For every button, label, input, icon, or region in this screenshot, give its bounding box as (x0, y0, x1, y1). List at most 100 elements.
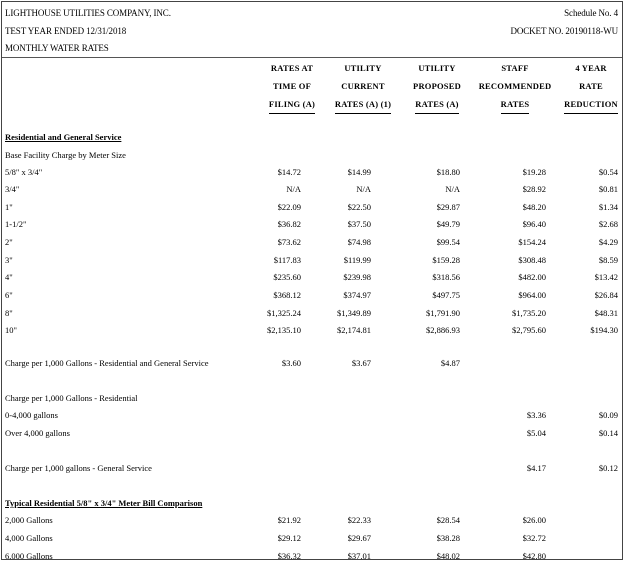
schedule-number: Schedule No. 4 (564, 8, 618, 18)
residential-tier-row: Over 4,000 gallons $5.04 $0.14 (5, 426, 618, 440)
meter-row-value-4: $308.48 (518, 255, 546, 265)
meter-row-value-1: $73.62 (277, 237, 301, 247)
test-year: TEST YEAR ENDED 12/31/2018 (5, 26, 127, 36)
residential-tier-row-value-4: $5.04 (526, 428, 546, 438)
subsection-base-facility: Base Facility Charge by Meter Size (5, 148, 618, 162)
header-line-2: TEST YEAR ENDED 12/31/2018 DOCKET NO. 20… (5, 24, 618, 38)
meter-row-label: 3/4" (5, 184, 20, 194)
gallonage-general-service-value-4: $4.17 (526, 463, 546, 473)
residential-tier-row-value-4: $3.36 (526, 410, 546, 420)
meter-row-value-2: $37.50 (347, 219, 371, 229)
meter-row-value-1: N/A (286, 184, 301, 194)
bill-row-value-4: $32.72 (522, 533, 546, 543)
meter-row-value-4: $2,795.60 (512, 325, 546, 335)
meter-row-value-5: $2.68 (598, 219, 618, 229)
meter-row-value-1: $2,135.10 (267, 325, 301, 335)
meter-row-value-3: $49.79 (436, 219, 460, 229)
meter-row-value-1: $117.83 (273, 255, 301, 265)
col-head-current: UTILITY CURRENT RATES (A) (1) (328, 59, 398, 114)
meter-row-value-5: $26.84 (594, 290, 618, 300)
meter-row-label: 8" (5, 308, 13, 318)
meter-row-value-4: $96.40 (522, 219, 546, 229)
meter-row-label: 2" (5, 237, 13, 247)
gallonage-residential-general-value-1: $3.60 (281, 358, 301, 368)
meter-row-value-5: $0.81 (598, 184, 618, 194)
subsection-base-facility-label: Base Facility Charge by Meter Size (5, 150, 126, 160)
meter-row-value-4: $28.92 (522, 184, 546, 194)
section-typical-bill: Typical Residential 5/8" x 3/4" Meter Bi… (5, 496, 618, 510)
gallonage-residential-general-label: Charge per 1,000 Gallons - Residential a… (5, 358, 209, 368)
meter-row-value-3: $2,886.93 (426, 325, 460, 335)
gallonage-general-service-label: Charge per 1,000 gallons - General Servi… (5, 463, 152, 473)
schedule-page: LIGHTHOUSE UTILITIES COMPANY, INC. Sched… (1, 1, 623, 560)
meter-row-value-5: $48.31 (594, 308, 618, 318)
meter-row: 6" $368.12 $374.97 $497.75 $964.00 $26.84 (5, 288, 618, 302)
residential-tier-row-value-5: $0.14 (598, 428, 618, 438)
meter-row-value-2: $119.99 (343, 255, 371, 265)
bill-row-value-2: $37.01 (347, 551, 371, 560)
bill-row-value-3: $48.02 (436, 551, 460, 560)
bill-row: 6,000 Gallons $36.32 $37.01 $48.02 $42.80 (5, 549, 618, 560)
meter-row-value-2: $74.98 (347, 237, 371, 247)
meter-row: 5/8" x 3/4" $14.72 $14.99 $18.80 $19.28 $0.54 (5, 165, 618, 179)
meter-row-value-5: $0.54 (598, 167, 618, 177)
bill-row: 4,000 Gallons $29.12 $29.67 $38.28 $32.72 (5, 531, 618, 545)
section-typical-bill-label: Typical Residential 5/8" x 3/4" Meter Bi… (5, 498, 203, 508)
meter-row-value-3: N/A (445, 184, 460, 194)
bill-row-value-1: $21.92 (277, 515, 301, 525)
meter-row-label: 5/8" x 3/4" (5, 167, 43, 177)
bill-row-label: 6,000 Gallons (5, 551, 53, 560)
meter-row-value-2: $374.97 (343, 290, 371, 300)
meter-row-label: 4" (5, 272, 13, 282)
meter-row-value-3: $159.28 (432, 255, 460, 265)
meter-row: 3/4" N/A N/A N/A $28.92 $0.81 (5, 182, 618, 196)
meter-row-value-4: $482.00 (518, 272, 546, 282)
residential-tier-row-label: 0-4,000 gallons (5, 410, 58, 420)
bill-row-value-3: $28.54 (436, 515, 460, 525)
meter-row-value-3: $99.54 (436, 237, 460, 247)
gallonage-residential-general: Charge per 1,000 Gallons - Residential a… (5, 356, 618, 370)
meter-row-value-1: $14.72 (277, 167, 301, 177)
bill-row-value-4: $42.80 (522, 551, 546, 560)
subsection-gallonage-residential-label: Charge per 1,000 Gallons - Residential (5, 393, 138, 403)
meter-row-label: 10" (5, 325, 17, 335)
meter-row-value-5: $13.42 (594, 272, 618, 282)
meter-row-value-1: $22.09 (277, 202, 301, 212)
subsection-gallonage-residential: Charge per 1,000 Gallons - Residential (5, 391, 618, 405)
meter-row-value-3: $29.87 (436, 202, 460, 212)
gallonage-residential-general-value-2: $3.67 (351, 358, 371, 368)
meter-row: 8" $1,325.24 $1,349.89 $1,791.90 $1,735.20 $4… (5, 306, 618, 320)
bill-row-value-3: $38.28 (436, 533, 460, 543)
gallonage-general-service: Charge per 1,000 gallons - General Servi… (5, 461, 618, 475)
meter-row-label: 1" (5, 202, 13, 212)
residential-tier-row-label: Over 4,000 gallons (5, 428, 70, 438)
col-head-filing: RATES AT TIME OF FILING (A) (258, 59, 326, 114)
bill-row-value-4: $26.00 (522, 515, 546, 525)
header-divider (2, 57, 622, 58)
meter-row-value-4: $1,735.20 (512, 308, 546, 318)
company-name: LIGHTHOUSE UTILITIES COMPANY, INC. (5, 8, 171, 18)
meter-row: 10" $2,135.10 $2,174.81 $2,886.93 $2,795.60 $… (5, 323, 618, 337)
meter-row-value-2: $2,174.81 (337, 325, 371, 335)
meter-row: 1" $22.09 $22.50 $29.87 $48.20 $1.34 (5, 200, 618, 214)
meter-row-value-5: $194.30 (590, 325, 618, 335)
bill-row-label: 4,000 Gallons (5, 533, 53, 543)
meter-row: 4" $235.60 $239.98 $318.56 $482.00 $13.42 (5, 270, 618, 284)
meter-row-value-5: $4.29 (598, 237, 618, 247)
docket-number: DOCKET NO. 20190118-WU (510, 26, 618, 36)
meter-row-value-4: $964.00 (518, 290, 546, 300)
meter-row-value-3: $497.75 (432, 290, 460, 300)
col-head-proposed: UTILITY PROPOSED RATES (A) (404, 59, 470, 114)
meter-row-value-1: $1,325.24 (267, 308, 301, 318)
residential-tier-row: 0-4,000 gallons $3.36 $0.09 (5, 408, 618, 422)
bill-row-value-1: $36.32 (277, 551, 301, 560)
meter-row-value-2: $22.50 (347, 202, 371, 212)
meter-row-value-5: $8.59 (598, 255, 618, 265)
residential-tier-row-value-5: $0.09 (598, 410, 618, 420)
meter-row-value-1: $235.60 (273, 272, 301, 282)
header-line-1: LIGHTHOUSE UTILITIES COMPANY, INC. Sched… (5, 6, 618, 20)
meter-row-value-3: $1,791.90 (426, 308, 460, 318)
meter-row-label: 6" (5, 290, 13, 300)
meter-row: 1-1/2" $36.82 $37.50 $49.79 $96.40 $2.68 (5, 217, 618, 231)
bill-row-value-2: $29.67 (347, 533, 371, 543)
